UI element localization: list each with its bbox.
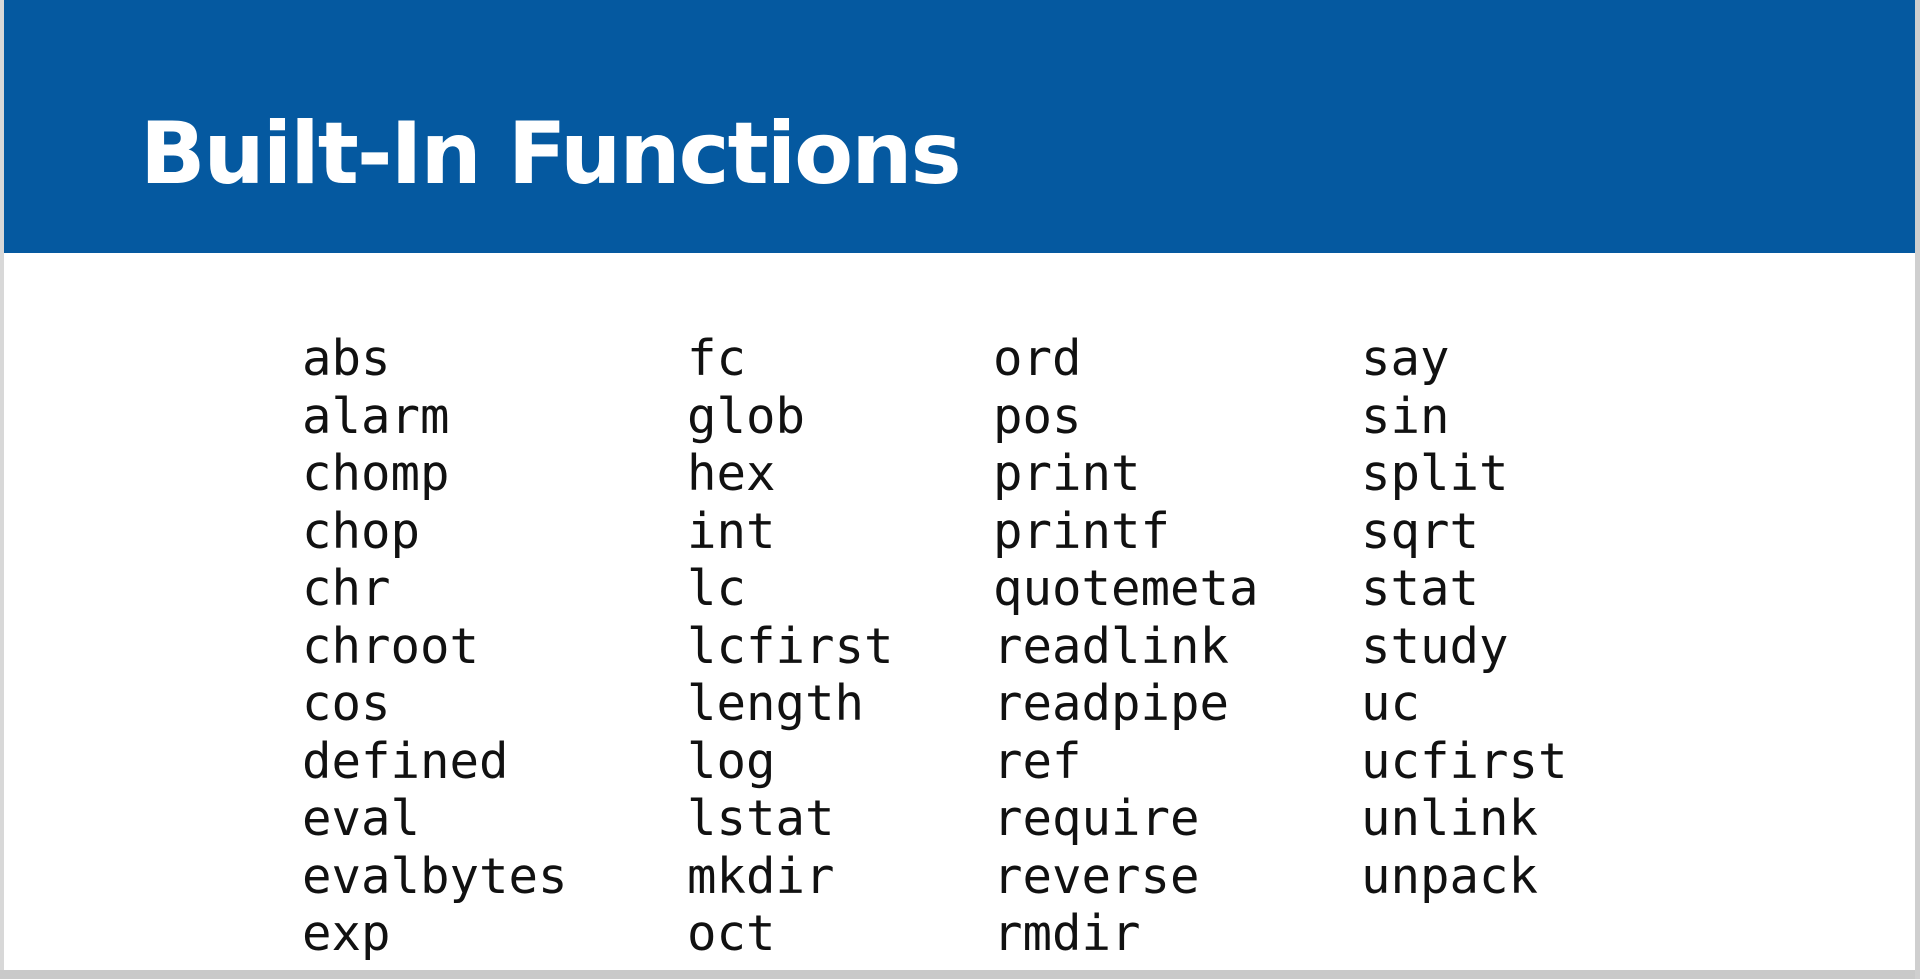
function-name: require xyxy=(993,790,1200,847)
function-name: uc xyxy=(1361,675,1421,732)
function-name: ucfirst xyxy=(1361,732,1568,790)
function-name: sin xyxy=(1361,387,1450,445)
function-name: length xyxy=(687,675,865,732)
function-name: log xyxy=(687,732,776,790)
function-name: readlink xyxy=(993,617,1230,675)
function-name: mkdir xyxy=(687,847,835,905)
function-name: chop xyxy=(302,502,421,560)
frame-right-edge xyxy=(1915,0,1920,979)
function-name: glob xyxy=(687,387,806,445)
function-name: print xyxy=(993,445,1141,502)
slide-title: Built-In Functions xyxy=(140,104,962,204)
slide: Built-In Functions abs alarm chomp chop … xyxy=(4,0,1915,970)
function-name: split xyxy=(1361,445,1509,502)
function-column-1: abs alarm chomp chop chr chroot cos defi… xyxy=(302,330,568,963)
function-name: stat xyxy=(1361,560,1480,617)
function-column-3: ord pos print printf quotemeta readlink … xyxy=(993,330,1259,963)
function-name: oct xyxy=(687,905,776,962)
function-name: pos xyxy=(993,387,1082,445)
function-name: printf xyxy=(993,502,1171,560)
function-name: cos xyxy=(302,675,391,732)
function-name: unpack xyxy=(1361,847,1539,905)
function-name: quotemeta xyxy=(993,560,1259,617)
function-name: ord xyxy=(993,330,1082,387)
function-name: chomp xyxy=(302,445,450,502)
function-name: study xyxy=(1361,617,1509,675)
function-name: fc xyxy=(687,330,747,387)
function-name: lstat xyxy=(687,790,835,847)
function-name: reverse xyxy=(993,847,1200,905)
function-name: unlink xyxy=(1361,790,1539,847)
function-name: exp xyxy=(302,905,391,962)
function-name: lcfirst xyxy=(687,617,894,675)
function-name: say xyxy=(1361,330,1450,387)
function-name: readpipe xyxy=(993,675,1230,732)
function-column-4: say sin split sqrt stat study uc ucfirst… xyxy=(1361,330,1568,905)
function-name: lc xyxy=(687,560,747,617)
function-name: eval xyxy=(302,790,421,847)
function-column-2: fc glob hex int lc lcfirst length log ls… xyxy=(687,330,894,963)
function-name: chr xyxy=(302,560,391,617)
function-name: hex xyxy=(687,445,776,502)
function-name: sqrt xyxy=(1361,502,1480,560)
title-banner: Built-In Functions xyxy=(4,0,1915,253)
function-name: defined xyxy=(302,732,509,790)
function-name: int xyxy=(687,502,776,560)
function-name: abs xyxy=(302,330,391,387)
function-name: ref xyxy=(993,732,1082,790)
function-name: chroot xyxy=(302,617,480,675)
function-name: rmdir xyxy=(993,905,1141,962)
frame-bottom-edge xyxy=(0,970,1920,979)
function-name: alarm xyxy=(302,387,450,445)
function-name: evalbytes xyxy=(302,847,568,905)
